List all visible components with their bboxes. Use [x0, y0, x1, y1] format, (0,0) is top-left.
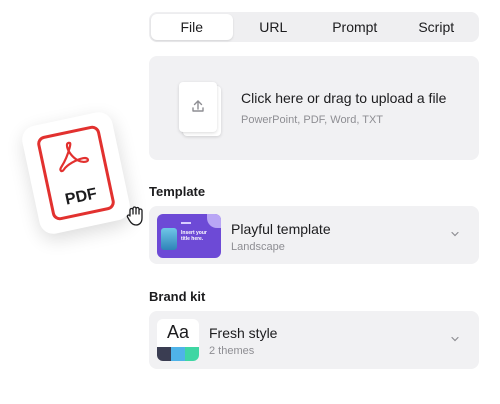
grab-hand-icon	[126, 206, 143, 226]
file-upload-dropzone[interactable]: Click here or drag to upload a file Powe…	[149, 56, 479, 160]
acrobat-icon	[59, 141, 90, 173]
brand-kit-select[interactable]: Aa Fresh style 2 themes	[149, 311, 479, 369]
brand-kit-theme-count: 2 themes	[209, 345, 255, 357]
tab-url[interactable]: URL	[233, 14, 315, 40]
template-heading: Template	[149, 184, 206, 199]
brand-kit-sample-text: Aa	[166, 322, 190, 342]
template-select[interactable]: Insert your title here. Playful template…	[149, 206, 479, 264]
pdf-document-icon: PDF	[35, 124, 117, 222]
upload-formats: PowerPoint, PDF, Word, TXT	[241, 114, 384, 126]
upload-icon	[192, 100, 204, 112]
brand-kit-thumbnail: Aa	[157, 319, 199, 361]
brand-color-swatches	[157, 347, 199, 361]
template-orientation: Landscape	[231, 241, 285, 253]
file-stack-icon	[179, 82, 223, 136]
source-tabs: File URL Prompt Script	[149, 12, 479, 42]
chevron-down-icon	[451, 336, 459, 342]
template-name: Playful template	[231, 221, 331, 237]
pdf-file-card: PDF	[19, 109, 133, 237]
brand-kit-heading: Brand kit	[149, 289, 206, 304]
tab-prompt[interactable]: Prompt	[314, 14, 396, 40]
pdf-label: PDF	[63, 185, 99, 209]
chevron-down-icon	[451, 231, 459, 237]
template-thumbnail: Insert your title here.	[157, 214, 221, 258]
brand-kit-name: Fresh style	[209, 325, 278, 341]
upload-title: Click here or drag to upload a file	[241, 90, 447, 106]
tab-file[interactable]: File	[151, 14, 233, 40]
tab-script[interactable]: Script	[396, 14, 478, 40]
template-thumbnail-text: Insert your title here.	[181, 230, 207, 242]
